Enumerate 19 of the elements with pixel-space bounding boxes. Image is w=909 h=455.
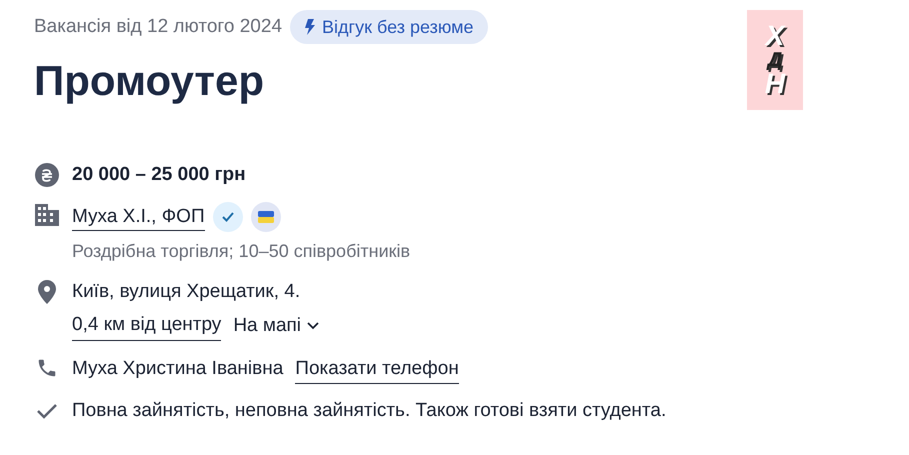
company-link[interactable]: Муха Х.І., ФОП [72, 204, 205, 230]
address: Київ, вулиця Хрещатик, 4. [72, 280, 302, 304]
location-pin-icon [38, 280, 56, 304]
hryvnia-coin-icon [35, 163, 59, 187]
distance-link[interactable]: 0,4 км від центру [72, 311, 222, 340]
checkmark-icon [37, 403, 57, 419]
lightning-icon [304, 19, 316, 35]
building-icon [35, 204, 59, 226]
company-logo: Х Д Н [747, 10, 803, 110]
company-details: Роздрібна торгівля; 10–50 співробітників [72, 240, 410, 263]
salary: 20 000 – 25 000 грн [72, 163, 246, 187]
map-toggle[interactable]: На мапі [233, 312, 320, 340]
job-title: Промоутер [34, 60, 264, 102]
employment-type: Повна зайнятість, неповна зайнятість. Також готові взяти студента. [72, 399, 666, 423]
chevron-down-icon [307, 322, 320, 330]
contact-name: Муха Христина Іванівна [72, 357, 284, 382]
posted-date: Вакансія від 12 лютого 2024 [34, 14, 282, 39]
show-phone-link[interactable]: Показати телефон [295, 354, 459, 384]
no-resume-badge: Відгук без резюме [290, 10, 488, 44]
